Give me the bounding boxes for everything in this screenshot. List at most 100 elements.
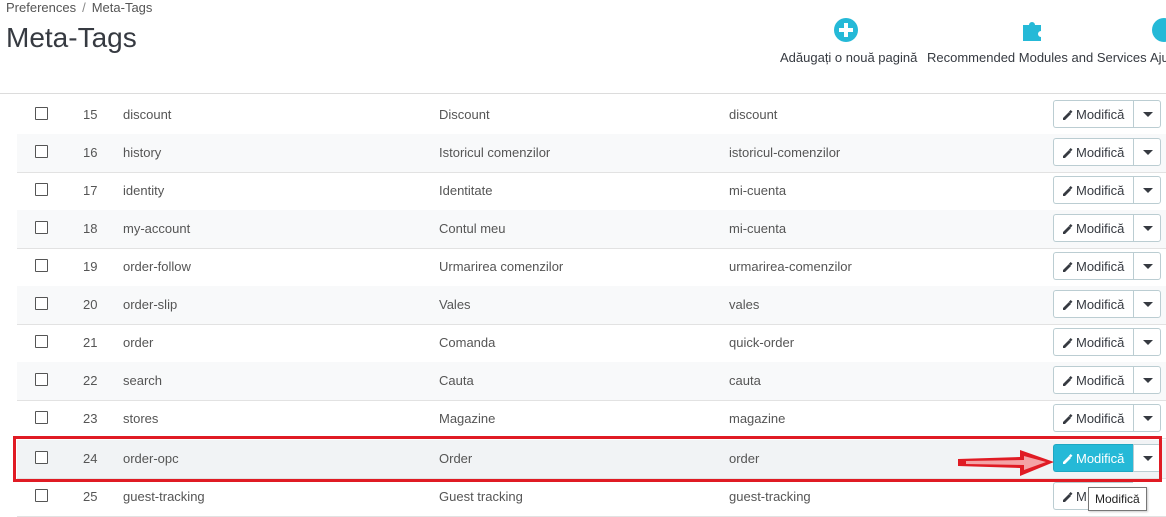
row-action-group: Modifică bbox=[1053, 290, 1161, 320]
row-id: 15 bbox=[83, 107, 98, 122]
page-header: Preferences / Meta-Tags Meta-Tags Adăugați… bbox=[0, 0, 1166, 94]
row-actions-dropdown[interactable] bbox=[1133, 328, 1161, 356]
row-page: stores bbox=[123, 411, 159, 426]
row-checkbox[interactable] bbox=[35, 489, 48, 502]
row-checkbox[interactable] bbox=[35, 259, 48, 272]
row-checkbox[interactable] bbox=[35, 183, 48, 196]
edit-button[interactable]: Modifică bbox=[1053, 404, 1133, 432]
edit-button[interactable]: Modifică bbox=[1053, 138, 1133, 166]
row-friendly-url: cauta bbox=[729, 373, 761, 388]
add-new-page-button[interactable]: Adăugați o nouă pagină bbox=[780, 16, 917, 65]
row-title: Order bbox=[439, 451, 473, 466]
edit-button[interactable]: Modifică bbox=[1053, 252, 1133, 280]
red-arrow-annotation bbox=[958, 450, 1054, 476]
pencil-icon bbox=[1063, 492, 1073, 503]
caret-down-icon bbox=[1143, 340, 1153, 345]
row-id: 25 bbox=[83, 489, 98, 504]
edit-button[interactable]: Modifică bbox=[1053, 290, 1133, 318]
page-title: Meta-Tags bbox=[6, 22, 137, 53]
breadcrumb-parent[interactable]: Preferences bbox=[6, 0, 76, 15]
table-row: 16 history Istoricul comenzilor istoricul-c… bbox=[17, 134, 1166, 173]
row-page: order-follow bbox=[123, 259, 191, 274]
caret-down-icon bbox=[1143, 112, 1153, 117]
row-actions-dropdown[interactable] bbox=[1133, 444, 1161, 472]
row-checkbox[interactable] bbox=[35, 373, 48, 386]
row-actions-dropdown[interactable] bbox=[1133, 366, 1161, 394]
row-id: 22 bbox=[83, 373, 98, 388]
edit-button[interactable]: Modifică bbox=[1053, 100, 1133, 128]
pencil-icon bbox=[1063, 300, 1073, 311]
row-friendly-url: magazine bbox=[729, 411, 786, 426]
row-actions-dropdown[interactable] bbox=[1133, 100, 1161, 128]
edit-button[interactable]: Modifică bbox=[1053, 328, 1133, 356]
edit-button[interactable]: Modifică bbox=[1053, 214, 1133, 242]
row-actions-dropdown[interactable] bbox=[1133, 176, 1161, 204]
recommended-modules-button[interactable]: Recommended Modules and Services bbox=[927, 16, 1147, 65]
row-title: Istoricul comenzilor bbox=[439, 145, 551, 160]
pencil-icon bbox=[1063, 224, 1073, 235]
pencil-icon bbox=[1063, 454, 1073, 465]
row-page: order-slip bbox=[123, 297, 178, 312]
edit-button[interactable]: Modifică bbox=[1053, 444, 1133, 472]
row-action-group: Modifică bbox=[1053, 176, 1161, 206]
help-label: Aju bbox=[1150, 50, 1166, 65]
row-checkbox[interactable] bbox=[35, 221, 48, 234]
table-row: 20 order-slip Vales vales Modifică bbox=[17, 286, 1166, 325]
table-row: 22 search Cauta cauta Modifică bbox=[17, 362, 1166, 401]
caret-down-icon bbox=[1143, 264, 1153, 269]
row-title: Magazine bbox=[439, 411, 496, 426]
caret-down-icon bbox=[1143, 302, 1153, 307]
edit-button[interactable]: Modifică bbox=[1053, 366, 1133, 394]
row-action-group: Modifică bbox=[1053, 404, 1161, 434]
row-checkbox[interactable] bbox=[35, 451, 48, 464]
row-action-group: Modifică bbox=[1053, 138, 1161, 168]
table-row: 23 stores Magazine magazine Modifică bbox=[17, 400, 1166, 439]
row-id: 19 bbox=[83, 259, 98, 274]
row-page: history bbox=[123, 145, 162, 160]
row-id: 18 bbox=[83, 221, 98, 236]
row-title: Comanda bbox=[439, 335, 496, 350]
row-friendly-url: quick-order bbox=[729, 335, 795, 350]
row-checkbox[interactable] bbox=[35, 107, 48, 120]
row-page: identity bbox=[123, 183, 165, 198]
row-title: Identitate bbox=[439, 183, 493, 198]
row-checkbox[interactable] bbox=[35, 335, 48, 348]
row-page: my-account bbox=[123, 221, 191, 236]
table-row: 19 order-follow Urmarirea comenzilor urmari… bbox=[17, 248, 1166, 287]
caret-down-icon bbox=[1143, 416, 1153, 421]
row-checkbox[interactable] bbox=[35, 297, 48, 310]
pencil-icon bbox=[1063, 338, 1073, 349]
row-actions-dropdown[interactable] bbox=[1133, 214, 1161, 242]
row-id: 24 bbox=[83, 451, 98, 466]
help-button[interactable]: Aju bbox=[1150, 16, 1166, 65]
row-id: 17 bbox=[83, 183, 98, 198]
row-actions-dropdown[interactable] bbox=[1133, 404, 1161, 432]
breadcrumb-separator: / bbox=[82, 0, 86, 15]
row-id: 21 bbox=[83, 335, 98, 350]
edit-button[interactable]: Modifică bbox=[1053, 176, 1133, 204]
row-page: discount bbox=[123, 107, 172, 122]
row-id: 23 bbox=[83, 411, 98, 426]
row-actions-dropdown[interactable] bbox=[1133, 290, 1161, 318]
caret-down-icon bbox=[1143, 150, 1153, 155]
row-title: Cauta bbox=[439, 373, 474, 388]
add-new-page-label: Adăugați o nouă pagină bbox=[780, 50, 918, 65]
row-action-group: Modifică bbox=[1053, 366, 1161, 396]
table-row: 17 identity Identitate mi-cuenta Modifică bbox=[17, 172, 1166, 211]
breadcrumb: Preferences / Meta-Tags bbox=[6, 0, 152, 15]
row-friendly-url: istoricul-comenzilor bbox=[729, 145, 841, 160]
pencil-icon bbox=[1063, 262, 1073, 273]
row-actions-dropdown[interactable] bbox=[1133, 138, 1161, 166]
row-action-group: Modifică bbox=[1053, 328, 1161, 358]
row-friendly-url: vales bbox=[729, 297, 760, 312]
row-checkbox[interactable] bbox=[35, 145, 48, 158]
breadcrumb-current: Meta-Tags bbox=[91, 0, 153, 15]
edit-button-label: Modifică bbox=[1076, 335, 1125, 350]
caret-down-icon bbox=[1143, 378, 1153, 383]
row-actions-dropdown[interactable] bbox=[1133, 252, 1161, 280]
caret-down-icon bbox=[1143, 188, 1153, 193]
row-action-group: Modifică bbox=[1053, 214, 1161, 244]
row-checkbox[interactable] bbox=[35, 411, 48, 424]
row-title: Discount bbox=[439, 107, 490, 122]
row-friendly-url: mi-cuenta bbox=[729, 221, 787, 236]
